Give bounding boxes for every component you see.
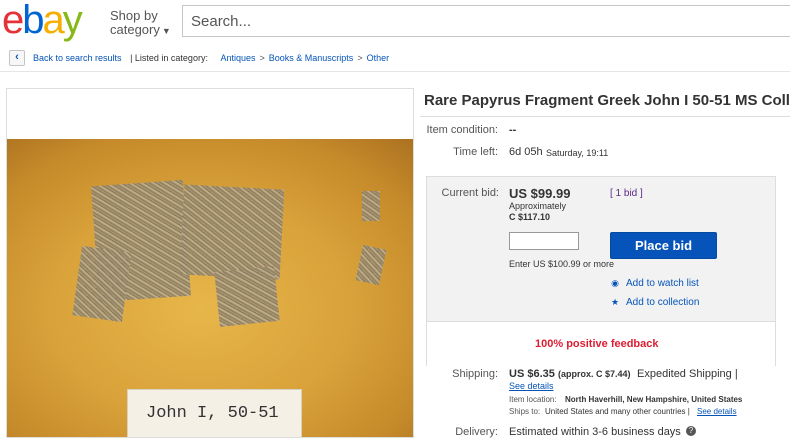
specimen-label-text: John I, 50-51 (146, 404, 279, 423)
papyrus-piece (72, 245, 132, 323)
time-left-detail: Saturday, 19:11 (546, 148, 609, 158)
location-value: North Haverhill, New Hampshire, United S… (565, 395, 743, 404)
bid-count-link[interactable]: [ 1 bid ] (610, 188, 643, 199)
shop-by-label: Shop by (110, 8, 158, 23)
eye-icon: ◉ (611, 278, 619, 288)
breadcrumb: Back to search results | Listed in categ… (33, 53, 389, 63)
logo-letter-a: a (42, 0, 65, 42)
chevron-right-icon: > (259, 53, 265, 63)
item-image-panel[interactable]: John I, 50-51 (6, 88, 414, 438)
time-left-label: Time left: (453, 146, 498, 158)
time-left-value: 6d 05h (509, 146, 543, 158)
shipping-label: Shipping: (452, 368, 498, 380)
bid-box: Current bid: US $99.99 Approximately C $… (426, 176, 776, 366)
shipping-see-details-link[interactable]: See details (509, 381, 554, 391)
delivery-value: Estimated within 3-6 business days (509, 426, 681, 438)
add-to-watch-list-link[interactable]: ◉ Add to watch list (610, 278, 699, 289)
condition-value: -- (509, 124, 517, 136)
back-arrow-icon[interactable]: ‹ (9, 50, 25, 66)
listed-in-label: | Listed in category: (130, 53, 208, 63)
shipping-price: US $6.35 (509, 368, 555, 380)
condition-row: Item condition: -- (420, 124, 780, 138)
condition-label: Item condition: (426, 124, 498, 136)
shop-by-category-button[interactable]: Shop by category ▼ (110, 9, 171, 38)
watch-list-label: Add to watch list (626, 278, 699, 289)
breadcrumb-item-books[interactable]: Books & Manuscripts (269, 53, 354, 63)
search-input[interactable] (183, 6, 790, 36)
item-title: Rare Papyrus Fragment Greek John I 50-51… (424, 92, 790, 109)
specimen-label-card: John I, 50-51 (127, 389, 302, 437)
shipping-approx: (approx. C $7.44) (558, 369, 631, 379)
category-label: category (110, 22, 160, 37)
ships-to-see-details-link[interactable]: See details (697, 407, 737, 416)
logo-letter-y: y (62, 0, 83, 42)
approx-value: C $117.10 (509, 212, 551, 222)
papyrus-piece (355, 244, 387, 286)
feedback-strip: 100% positive feedback (427, 321, 775, 366)
breadcrumb-bar: ‹ Back to search results | Listed in cat… (0, 44, 790, 72)
ships-to-value: United States and many other countries | (545, 407, 690, 416)
papyrus-piece (362, 191, 380, 221)
delivery-label: Delivery: (455, 426, 498, 438)
current-bid-label: Current bid: (441, 187, 499, 199)
approx-label: Approximately (509, 201, 567, 211)
bid-amount-input[interactable] (510, 235, 578, 251)
shipping-row: Shipping: US $6.35 (approx. C $7.44) Exp… (420, 368, 790, 418)
back-to-search-link[interactable]: Back to search results (33, 53, 122, 63)
delivery-row: Delivery: Estimated within 3-6 business … (420, 426, 790, 438)
positive-feedback-text: 100% positive feedback (535, 338, 659, 350)
papyrus-piece (214, 266, 280, 327)
collection-label: Add to collection (626, 297, 700, 308)
star-icon: ★ (610, 297, 620, 307)
logo-letter-e: e (2, 0, 24, 42)
chevron-right-icon: > (357, 53, 363, 63)
current-bid-price: US $99.99 (509, 186, 571, 201)
question-icon[interactable]: ? (686, 426, 696, 436)
logo-letter-b: b (22, 0, 44, 42)
site-header: ebay Shop by category ▼ (0, 0, 790, 42)
bid-amount-field (509, 232, 579, 251)
shipping-service: Expedited Shipping | (637, 368, 738, 380)
place-bid-button[interactable]: Place bid (610, 232, 717, 259)
search-box (182, 5, 790, 37)
breadcrumb-item-antiques[interactable]: Antiques (220, 53, 255, 63)
breadcrumb-item-other[interactable]: Other (367, 53, 390, 63)
add-to-collection-link[interactable]: ★ Add to collection (610, 297, 699, 308)
time-left-row: Time left: 6d 05h Saturday, 19:11 (420, 146, 780, 160)
papyrus-piece (179, 184, 285, 280)
title-divider (420, 116, 790, 117)
bid-hint: Enter US $100.99 or more (509, 259, 615, 269)
chevron-down-icon: ▼ (161, 26, 171, 36)
location-label: Item location: (509, 395, 557, 404)
ebay-logo[interactable]: ebay (2, 0, 83, 42)
ships-to-label: Ships to: (509, 407, 541, 416)
